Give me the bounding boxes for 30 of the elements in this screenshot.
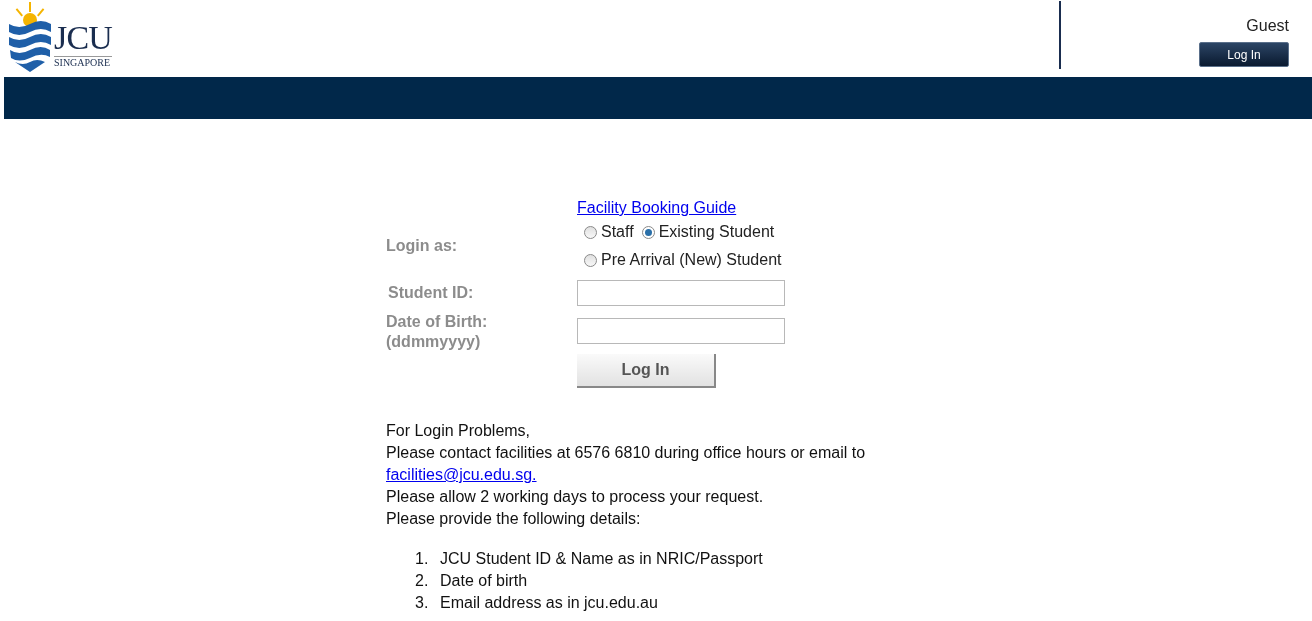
user-name: Guest xyxy=(1246,16,1289,36)
logo-icon xyxy=(9,2,51,72)
radio-label: Staff xyxy=(601,222,634,242)
logo-text: JCU xyxy=(54,21,112,55)
radio-label: Pre Arrival (New) Student xyxy=(601,250,782,270)
list-item: JCU Student ID & Name as in NRIC/Passport xyxy=(440,549,763,569)
list-number: 2. xyxy=(415,571,430,591)
input-field[interactable] xyxy=(577,318,785,344)
email-link[interactable]: facilities@jcu.edu.sg. xyxy=(386,466,537,483)
radio-button[interactable] xyxy=(584,253,597,267)
login-as-label: Login as: xyxy=(386,236,458,256)
list-number: 1. xyxy=(415,549,430,569)
field-label: Student ID: xyxy=(388,283,475,303)
logo-subtitle: SINGAPORE xyxy=(54,56,112,69)
radio-button[interactable] xyxy=(641,225,655,239)
contact-text: Please contact facilities at 6576 6810 during office hours or email to xyxy=(386,443,867,463)
list-item: Date of birth xyxy=(440,571,528,591)
input-field[interactable] xyxy=(577,280,785,306)
list-item: Email address as in jcu.edu.au xyxy=(440,593,658,613)
guide-link[interactable]: Facility Booking Guide xyxy=(577,199,737,216)
help-note: Please provide the following details: xyxy=(386,509,642,529)
field-label: Date of Birth: xyxy=(386,312,489,332)
header-login-button[interactable]: Log In xyxy=(1199,42,1289,67)
field-hint: (ddmmyyyy) xyxy=(386,332,482,352)
help-note: Please allow 2 working days to process your request. xyxy=(386,487,765,507)
radio-button[interactable] xyxy=(584,225,597,239)
help-heading: For Login Problems, xyxy=(386,421,532,441)
list-number: 3. xyxy=(415,593,430,613)
login-button[interactable]: Log In xyxy=(577,354,716,388)
radio-label: Existing Student xyxy=(658,222,775,242)
